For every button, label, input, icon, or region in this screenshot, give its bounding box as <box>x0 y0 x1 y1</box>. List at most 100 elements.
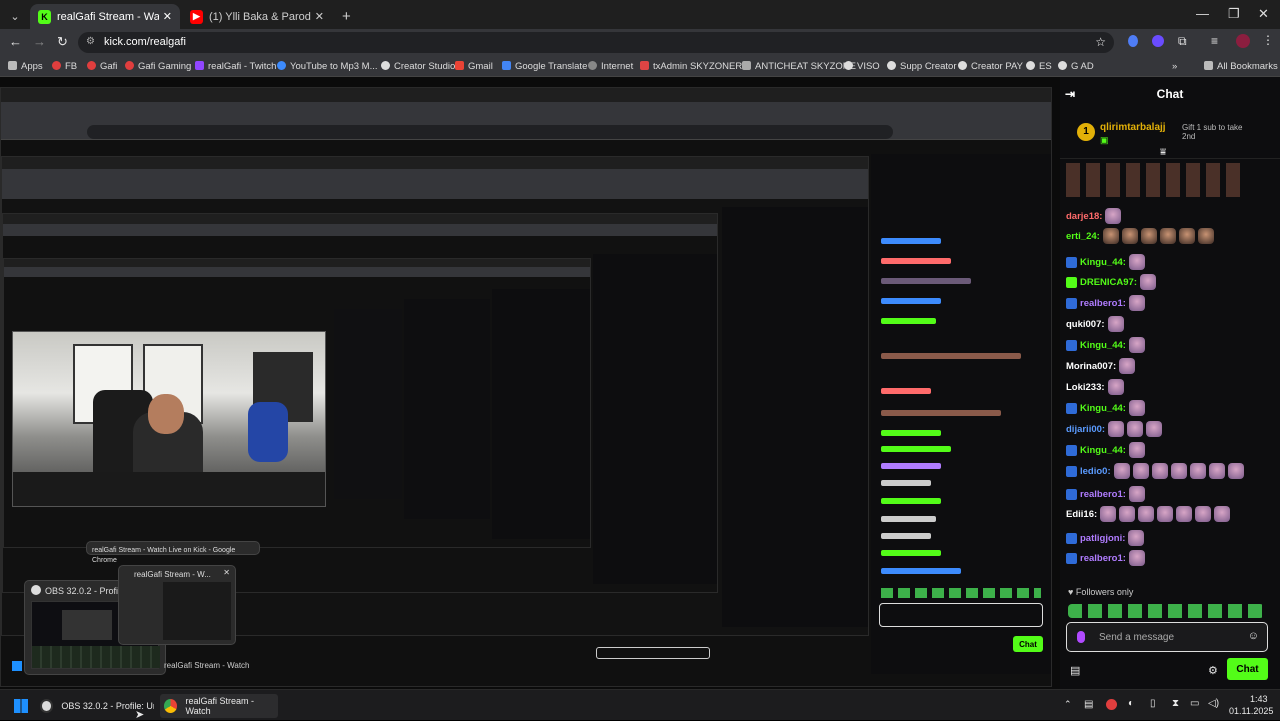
chat-username[interactable]: DRENICA97: <box>1080 277 1137 288</box>
mic-icon[interactable]: ⧗ <box>1172 698 1179 709</box>
tray-app-icon[interactable]: ▤ <box>1084 699 1093 710</box>
bookmark-item[interactable]: Gafi <box>87 61 117 72</box>
close-icon[interactable]: ✕ <box>163 10 172 23</box>
emote-icon <box>1121 228 1138 244</box>
site-info-icon[interactable]: ⚙ <box>86 36 95 47</box>
stream-player[interactable]: Chat realGafi Stream - Watch Live on Kic… <box>0 77 1060 689</box>
bookmark-item[interactable]: Internet <box>588 61 633 72</box>
bookmark-item[interactable]: VISO <box>844 61 880 72</box>
minimize-button[interactable]: — <box>1196 6 1209 21</box>
gear-icon[interactable]: ⚙ <box>1208 664 1218 677</box>
chat-username[interactable]: ledio0: <box>1080 466 1111 477</box>
puzzle-icon[interactable]: ⧉ <box>1178 34 1187 49</box>
chat-username[interactable]: Kingu_44: <box>1080 445 1126 456</box>
bookmark-star-icon[interactable]: ☆ <box>1095 35 1106 49</box>
chat-username[interactable]: Kingu_44: <box>1080 340 1126 351</box>
menu-icon[interactable]: ⋮ <box>1262 33 1274 47</box>
chrome-taskbar-item[interactable]: realGafi Stream - Watch <box>160 694 278 718</box>
clock-date[interactable]: 01.11.2025 <box>1229 706 1273 716</box>
back-icon[interactable]: ← <box>9 34 22 49</box>
chat-title: Chat <box>1156 87 1184 101</box>
bookmark-item[interactable]: YouTube to Mp3 M... <box>277 61 378 72</box>
emote-icon <box>1128 442 1145 458</box>
windows-start-icon[interactable] <box>14 699 28 713</box>
send-chat-button[interactable]: Chat <box>1227 658 1268 680</box>
chat-username[interactable]: Morina007: <box>1066 361 1116 372</box>
bookmark-item[interactable]: ANTICHEAT SKYZONE <box>742 61 856 72</box>
chat-username[interactable]: erti_24: <box>1066 231 1100 242</box>
quick-emote-bar <box>1068 604 1264 618</box>
bookmark-item[interactable]: realGafi - Twitch <box>195 61 276 72</box>
chat-username[interactable]: Loki233: <box>1066 382 1105 393</box>
clock-time[interactable]: 1:43 <box>1250 694 1268 704</box>
chat-message: Kingu_44: <box>1066 441 1145 459</box>
network-icon[interactable]: ▭ <box>1190 698 1199 709</box>
close-icon[interactable]: ✕ <box>315 10 324 23</box>
close-icon[interactable]: ✕ <box>223 568 230 577</box>
tab-kick[interactable]: K realGafi Stream - Watch Live on ✕ <box>30 4 180 29</box>
chat-username[interactable]: Kingu_44: <box>1080 257 1126 268</box>
emote-icon <box>1100 506 1117 522</box>
bookmark-item[interactable]: Creator Studio <box>381 61 455 72</box>
chat-settings-icon[interactable]: ▤ <box>1070 664 1080 677</box>
bookmark-item[interactable]: txAdmin SKYZONERP <box>640 61 749 72</box>
chat-username[interactable]: realbero1: <box>1080 553 1126 564</box>
extension-icon[interactable] <box>1152 35 1164 47</box>
forward-icon[interactable]: → <box>33 34 46 49</box>
chat-username[interactable]: Edii16: <box>1066 509 1097 520</box>
emote-icon <box>1119 506 1136 522</box>
bookmark-item[interactable]: FB <box>52 61 77 72</box>
close-window-button[interactable]: ✕ <box>1258 6 1269 22</box>
bookmark-item[interactable]: Creator PAY <box>958 61 1023 72</box>
emote-picker-icon[interactable]: ☺ <box>1248 630 1259 642</box>
bookmark-item[interactable]: Supp Creator <box>887 61 957 72</box>
bookmark-item[interactable]: G AD <box>1058 61 1094 72</box>
chat-message: realbero1: <box>1066 485 1145 503</box>
user-badge-icon <box>1066 256 1077 268</box>
chat-message: realbero1: <box>1066 549 1145 567</box>
url-bar[interactable]: ⚙ kick.com/realgafi ☆ <box>78 32 1114 53</box>
tab-youtube[interactable]: ▶ (1) Ylli Baka & Parodistet e ✕ <box>182 4 332 29</box>
emote-icon <box>1208 463 1225 479</box>
tray-app-icon[interactable]: ◐ <box>1128 698 1134 709</box>
tab-search-button[interactable]: ⌄ <box>2 4 28 29</box>
chat-input[interactable]: Send a message ☺ <box>1066 622 1268 652</box>
bookmark-item[interactable]: Google Translate <box>502 61 587 72</box>
new-tab-button[interactable]: + <box>334 4 359 29</box>
mic-icon[interactable] <box>1077 631 1085 643</box>
emote-icon <box>1128 550 1145 566</box>
emote-icon <box>1119 358 1136 374</box>
maximize-button[interactable]: ❐ <box>1228 6 1240 22</box>
chat-username[interactable]: realbero1: <box>1080 298 1126 309</box>
emote-icon <box>1128 295 1145 311</box>
emote-icon <box>1227 463 1244 479</box>
tray-chevron-icon[interactable]: ⌃ <box>1064 699 1072 710</box>
user-badge-icon <box>1066 465 1077 477</box>
tray-app-icon[interactable] <box>1106 699 1117 710</box>
collapse-chat-icon[interactable]: ⇥ <box>1065 87 1075 101</box>
stream-thumbnail[interactable]: realGafi Stream - W... ✕ <box>118 565 236 645</box>
emote-icon <box>1176 506 1193 522</box>
usb-icon[interactable]: ▯ <box>1150 698 1156 709</box>
all-bookmarks[interactable]: All Bookmarks <box>1204 61 1278 72</box>
user-badge-icon <box>1066 402 1077 414</box>
chat-username[interactable]: Kingu_44: <box>1080 403 1126 414</box>
reload-icon[interactable]: ↻ <box>57 34 68 50</box>
chat-username[interactable]: dijarii00: <box>1066 424 1105 435</box>
bookmark-item[interactable]: ES <box>1026 61 1052 72</box>
volume-icon[interactable]: ◁) <box>1208 698 1219 709</box>
chat-username[interactable]: realbero1: <box>1080 489 1126 500</box>
chrome-icon <box>164 699 178 713</box>
avatar[interactable] <box>1236 34 1250 48</box>
bookmark-item[interactable]: Gafi Gaming <box>125 61 191 72</box>
extension-icon[interactable] <box>1128 35 1138 47</box>
more-bookmarks-icon[interactable]: » <box>1172 61 1177 72</box>
chat-message: Morina007: <box>1066 357 1136 375</box>
chat-username[interactable]: darje18: <box>1066 211 1102 222</box>
media-control-icon[interactable]: ≡ <box>1211 34 1218 48</box>
bookmark-item[interactable]: Gmail <box>455 61 493 72</box>
bookmark-item[interactable]: Apps <box>8 61 43 72</box>
chat-username[interactable]: patligjoni: <box>1080 533 1125 544</box>
chat-username[interactable]: quki007: <box>1066 319 1105 330</box>
emote-icon <box>1128 337 1145 353</box>
